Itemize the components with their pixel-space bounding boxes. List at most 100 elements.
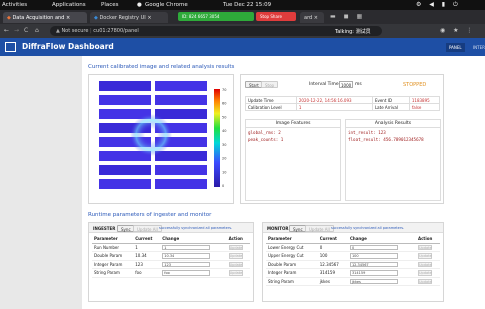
param-change-input[interactable]: 123 (162, 261, 211, 267)
features-line: global_rms: 2 (248, 130, 281, 135)
param-current: 100 (317, 251, 348, 261)
param-update-button[interactable]: Update (417, 261, 432, 267)
calibration-level: 1 (295, 103, 373, 111)
detector-image: 70 60 50 40 30 20 10 0 (99, 81, 226, 189)
colorbar (214, 89, 220, 187)
monitor-message: successfully synchronized all parameters… (331, 226, 405, 230)
monitor-update-all-button[interactable]: Update All (305, 224, 334, 232)
app-logo-icon (5, 42, 16, 52)
ingester-update-all-button[interactable]: Update All (133, 224, 162, 232)
param-name: Run Number (92, 243, 134, 252)
param-change-input[interactable]: 1 (162, 244, 211, 250)
colorbar-tick-label: 20 (222, 157, 226, 161)
ingester-name: INGESTER (93, 226, 116, 231)
col-header: Action (415, 235, 440, 244)
colorbar-tick-label: 70 (222, 88, 226, 92)
monitor-sync-button[interactable]: Sync (289, 224, 307, 232)
status-icons[interactable]: ⚙ ◀ ▮ ⏻ (416, 1, 461, 9)
tab-data-acquisition[interactable]: ◆ Data Acquisition and × (3, 12, 87, 23)
detector-panel (155, 165, 207, 175)
monitor-name: MONITOR (267, 226, 289, 231)
colorbar-tick-label: 30 (222, 143, 226, 147)
applications-menu[interactable]: Applications (52, 2, 86, 8)
param-change-input[interactable]: jkkes (349, 278, 398, 284)
param-update-button[interactable]: Update (228, 253, 243, 259)
colorbar-tick-label: 0 (222, 184, 224, 188)
address-bar[interactable]: ▲ Not secure | cu01:27800/panel (50, 26, 382, 36)
monitor-card: MONITOR Sync Update All successfully syn… (262, 222, 444, 302)
reload-icon[interactable]: C (24, 27, 28, 34)
tab-dashboard[interactable]: ard × (300, 12, 324, 23)
detector-panel (99, 165, 151, 175)
param-current: 314159 (317, 268, 348, 278)
param-update-button[interactable]: Update (417, 278, 432, 284)
activities-button[interactable]: Activities (2, 2, 27, 8)
ingester-message: successfully synchronized all parameters… (159, 226, 233, 230)
monitor-table: Parameter Current Change Action Lower En… (266, 235, 440, 286)
info-label: Event ID (371, 96, 410, 104)
results-line: int_result: 123 (348, 130, 386, 135)
table-row: Upper Energy Cut 100 100 Update (266, 251, 440, 261)
section-title-image: Current calibrated image and related ana… (88, 64, 235, 70)
meeting-id-banner: ID: 824 6657 3054 (178, 12, 254, 21)
param-change-input[interactable]: 12.34567 (349, 261, 398, 267)
param-update-button[interactable]: Update (417, 270, 432, 276)
param-current: 123 (133, 260, 161, 269)
info-label: Update Time (245, 96, 297, 104)
nav-inter[interactable]: INTER (470, 43, 485, 52)
stop-button[interactable]: Stop (261, 81, 279, 88)
table-row: String Param foo foo Update (92, 268, 250, 278)
chrome-icon: ● (137, 2, 142, 8)
image-card: 70 60 50 40 30 20 10 0 (88, 74, 234, 204)
ingester-sync-button[interactable]: Sync (117, 224, 135, 232)
param-current: 12.34567 (317, 260, 348, 269)
meeting-controls-icon[interactable]: ▬ ◼ ▦ (330, 13, 365, 20)
table-row: String Param jkkes jkkes Update (266, 277, 440, 286)
interval-input[interactable]: 1000 (339, 81, 353, 88)
nav-panel[interactable]: PANEL (446, 43, 465, 52)
colorbar-tick-label: 60 (222, 102, 226, 106)
extension-icons[interactable]: ◉ ★ ⋮ (440, 27, 475, 34)
results-line: float_result: 456.789012345678 (348, 137, 424, 142)
back-icon[interactable]: ← (4, 27, 9, 34)
table-row: Integer Param 314159 314159 Update (266, 268, 440, 278)
col-header: Current (133, 235, 161, 244)
table-row: Calibration Level 1 Late Arrival false (245, 103, 441, 111)
section-title-params: Runtime parameters of ingester and monit… (88, 212, 212, 218)
param-change-input[interactable]: 314159 (349, 270, 398, 276)
features-line: peak_counts: 1 (248, 137, 284, 142)
param-change-input[interactable]: 10.34 (162, 253, 211, 259)
param-update-button[interactable]: Update (417, 253, 432, 259)
param-update-button[interactable]: Update (228, 244, 243, 250)
param-name: Upper Energy Cut (266, 251, 318, 261)
stop-share-button[interactable]: Stop Share (256, 12, 296, 21)
table-row: Lower Energy Cut 0 0 Update (266, 243, 440, 252)
param-update-button[interactable]: Update (228, 270, 243, 276)
active-app-menu[interactable]: Google Chrome (145, 2, 188, 8)
diffraction-ring (121, 105, 181, 165)
colorbar-tick-label: 40 (222, 129, 226, 133)
table-row: Run Number 1 1 Update (92, 243, 250, 252)
param-update-button[interactable]: Update (417, 244, 432, 250)
param-change-input[interactable]: 0 (349, 244, 398, 250)
param-current: 0 (317, 243, 348, 252)
results-box: Analysis Results int_result: 123 float_r… (345, 119, 441, 201)
places-menu[interactable]: Places (101, 2, 119, 8)
info-label: Calibration Level (245, 103, 297, 111)
param-change-input[interactable]: foo (162, 270, 211, 276)
table-row: Update Time 2020-12-22, 14:56:16.093 Eve… (245, 96, 441, 104)
features-box: Image Features global_rms: 2 peak_counts… (245, 119, 341, 201)
param-change-input[interactable]: 100 (349, 253, 398, 259)
col-header: Current (317, 235, 348, 244)
clock[interactable]: Tue Dec 22 15:09 (223, 2, 271, 8)
detector-panel (155, 95, 207, 105)
colorbar-tick-label: 10 (222, 170, 226, 174)
info-label: Late Arrival (371, 103, 410, 111)
monitor-header: MONITOR Sync Update All successfully syn… (263, 223, 443, 233)
param-current: 1 (133, 243, 161, 252)
forward-icon[interactable]: → (14, 27, 19, 34)
home-icon[interactable]: ⌂ (35, 27, 39, 34)
detector-panel (155, 81, 207, 91)
tab-docker-registry[interactable]: ◆ Docker Registry UI × (90, 12, 168, 23)
param-update-button[interactable]: Update (228, 261, 243, 267)
